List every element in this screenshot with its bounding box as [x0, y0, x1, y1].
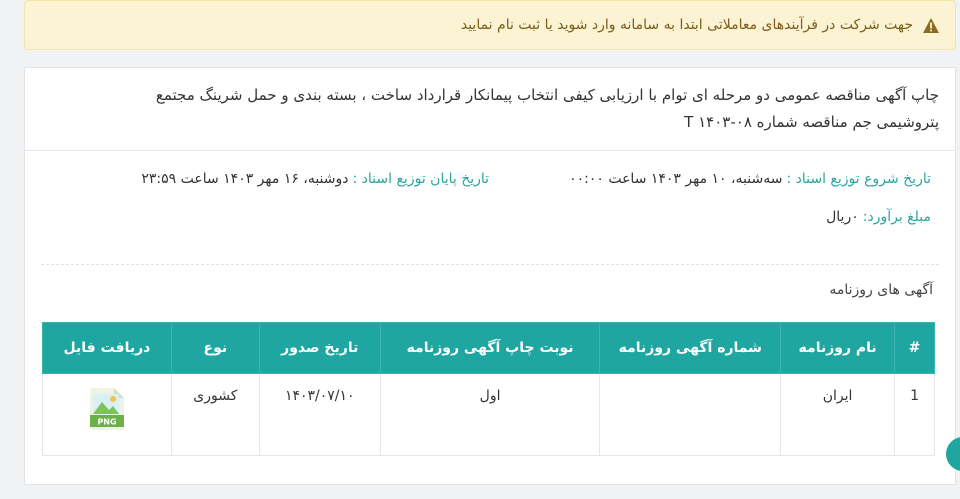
alert-text: جهت شرکت در فرآیندهای معاملاتی ابتدا به … — [460, 17, 913, 33]
column-header-issue-date: تاریخ صدور — [258, 322, 381, 374]
newspaper-section-title: آگهی های روزنامه — [829, 282, 933, 298]
section-divider — [41, 264, 939, 265]
distribution-dates: تاریخ شروع توزیع اسناد : سه‌شنبه، ۱۰ مهر… — [49, 168, 931, 190]
table-row: 1 ایران اول ۱۴۰۳/۰۷/۱۰ کشوری PNG — [42, 373, 935, 456]
cell-number — [599, 373, 782, 456]
newspaper-ads-table: # نام روزنامه شماره آگهی روزنامه نوبت چا… — [42, 322, 935, 456]
png-file-icon[interactable]: PNG — [89, 388, 124, 434]
budget-group: مبلغ برآورد: ۰ریال — [826, 209, 931, 225]
tender-title: چاپ آگهی مناقصه عمومی دو مرحله ای توام ب… — [25, 68, 955, 151]
table-header-row: # نام روزنامه شماره آگهی روزنامه نوبت چا… — [42, 322, 935, 374]
cell-issue-date: ۱۴۰۳/۰۷/۱۰ — [258, 373, 381, 456]
tender-title-line-1: چاپ آگهی مناقصه عمومی دو مرحله ای توام ب… — [155, 86, 939, 104]
login-alert: جهت شرکت در فرآیندهای معاملاتی ابتدا به … — [24, 0, 956, 50]
cell-type: کشوری — [170, 373, 260, 456]
tender-title-line-2: پتروشیمی جم مناقصه شماره ۰۸-۱۴۰۳ T — [684, 113, 939, 131]
column-header-print-turn: نوبت چاپ آگهی روزنامه — [379, 322, 601, 374]
start-date-value: سه‌شنبه، ۱۰ مهر ۱۴۰۳ ساعت ۰۰:۰۰ — [569, 171, 783, 187]
cell-print-turn: اول — [379, 373, 601, 456]
end-date-value: دوشنبه، ۱۶ مهر ۱۴۰۳ ساعت ۲۳:۵۹ — [141, 171, 349, 187]
cell-index: 1 — [894, 373, 935, 456]
column-header-number: شماره آگهی روزنامه — [599, 322, 782, 374]
column-header-type: نوع — [170, 322, 260, 374]
tender-card: چاپ آگهی مناقصه عمومی دو مرحله ای توام ب… — [24, 67, 956, 485]
end-date-label: تاریخ پایان توزیع اسناد : — [352, 171, 490, 187]
start-date-label: تاریخ شروع توزیع اسناد : — [786, 171, 931, 187]
budget-label: مبلغ برآورد: — [862, 209, 931, 225]
cell-name: ایران — [780, 373, 896, 456]
column-header-name: نام روزنامه — [780, 322, 896, 374]
column-header-file: دریافت فایل — [42, 322, 172, 374]
budget-value: ۰ریال — [826, 209, 859, 225]
start-date-group: تاریخ شروع توزیع اسناد : سه‌شنبه، ۱۰ مهر… — [569, 168, 931, 190]
cell-file: PNG — [42, 373, 172, 456]
png-file-label: PNG — [97, 418, 116, 427]
column-header-index: # — [894, 322, 935, 374]
end-date-group: تاریخ پایان توزیع اسناد : دوشنبه، ۱۶ مهر… — [141, 168, 489, 190]
warning-icon — [923, 17, 939, 33]
